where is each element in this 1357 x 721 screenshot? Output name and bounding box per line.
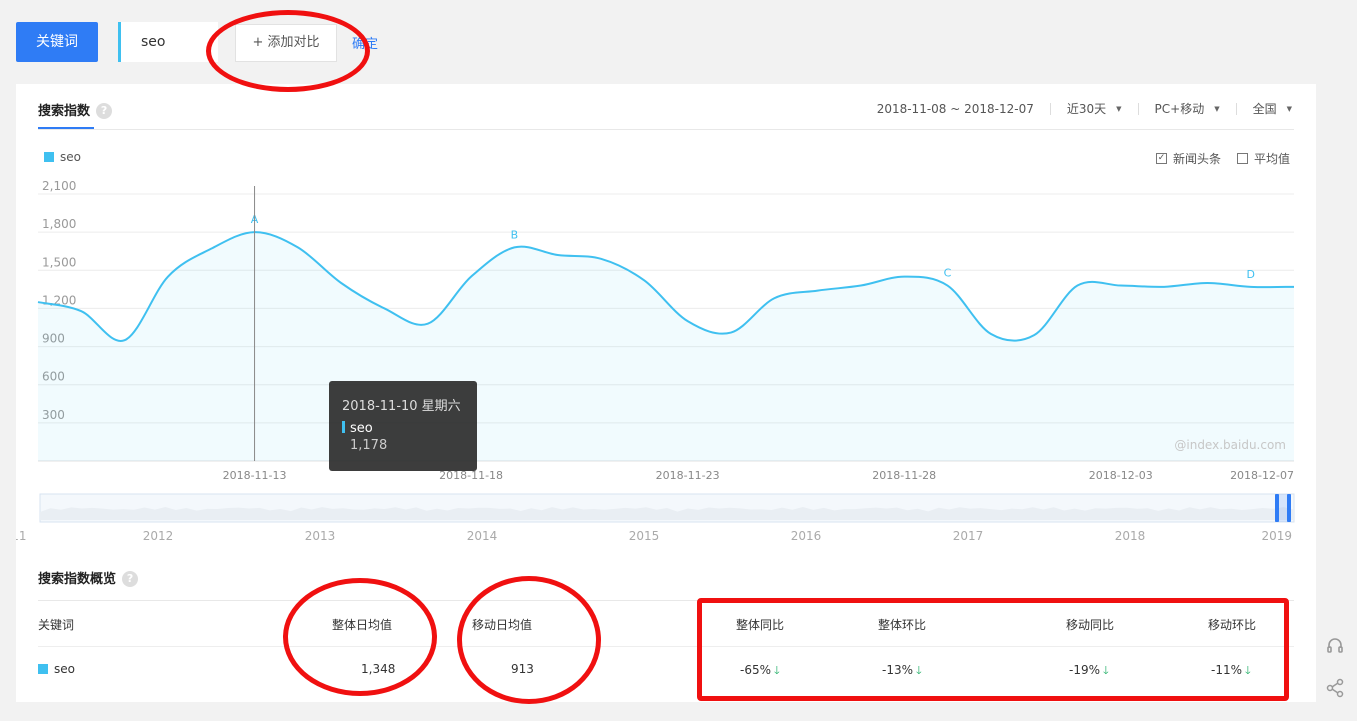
tab-search-index[interactable]: 搜索指数?: [38, 100, 113, 119]
range-year-label: 2016: [791, 529, 822, 543]
keyword-swatch: [38, 664, 48, 674]
annotation-label: C: [944, 267, 952, 280]
highlight-ring-mobile-avg: [457, 576, 601, 704]
legend-swatch: [44, 152, 54, 162]
tab-divider: [38, 129, 1294, 130]
x-tick-label: 2018-11-23: [656, 469, 720, 482]
caret-down-icon: ▼: [1286, 105, 1292, 113]
divider: [1235, 102, 1237, 115]
y-tick-label: 1,500: [42, 255, 76, 269]
watermark: @index.baidu.com: [1174, 438, 1286, 452]
x-tick-label: 2018-12-07: [1230, 469, 1294, 482]
keyword-input[interactable]: seo: [118, 22, 218, 62]
chart-options: ✓ 新闻头条 平均值: [1140, 150, 1290, 167]
highlight-box-comparisons: [697, 598, 1289, 701]
region-value: 全国: [1252, 102, 1277, 116]
range-year-label: 2012: [143, 529, 174, 543]
range-slider-handle: [1287, 494, 1291, 522]
highlight-ring-overall-avg: [283, 578, 437, 696]
help-icon[interactable]: ?: [122, 571, 139, 587]
range-year-label: 2014: [467, 529, 498, 543]
date-range[interactable]: 2018-11-08 ~ 2018-12-07: [877, 102, 1034, 116]
range-year-label: 2017: [953, 529, 984, 543]
caret-down-icon: ▼: [1116, 105, 1122, 113]
overview-title: 搜索指数概览?: [38, 568, 139, 587]
y-tick-label: 1,800: [42, 217, 76, 231]
x-tick-label: 2018-11-13: [223, 469, 287, 482]
tooltip-value: 1,178: [350, 438, 388, 453]
average-label: 平均值: [1253, 152, 1290, 166]
headset-icon[interactable]: [1322, 636, 1348, 662]
tooltip-swatch: [342, 421, 345, 433]
region-dropdown[interactable]: 全国 ▼: [1253, 100, 1292, 117]
device-value: PC+移动: [1154, 102, 1205, 116]
legend-label: seo: [60, 150, 81, 164]
range-slider-handle: [1275, 494, 1279, 522]
tooltip-series: seo: [342, 421, 477, 436]
news-checkbox[interactable]: ✓ 新闻头条: [1155, 150, 1221, 167]
tooltip-series-name: seo: [350, 421, 373, 436]
y-tick-label: 2,100: [42, 179, 76, 193]
row-keyword-label: seo: [54, 662, 75, 676]
range-slider-preview: [40, 507, 1294, 520]
period-value: 近30天: [1066, 102, 1107, 116]
header-keyword: 关键词: [38, 618, 75, 632]
tab-label: 搜索指数: [38, 104, 91, 119]
caret-down-icon: ▼: [1214, 105, 1220, 113]
filter-bar: 2018-11-08 ~ 2018-12-07 近30天 ▼ PC+移动 ▼ 全国 ▼: [877, 100, 1292, 117]
x-tick-label: 2018-12-03: [1089, 469, 1153, 482]
divider: [1049, 102, 1051, 115]
chart-tooltip: 2018-11-10 星期六 seo 1,178: [329, 381, 477, 471]
chart-legend[interactable]: seo: [44, 150, 81, 164]
annotation-label: D: [1246, 268, 1254, 281]
series-area: [38, 232, 1294, 461]
checkbox-checked-icon: ✓: [1155, 153, 1167, 164]
search-bar: 关键词 seo + 添加对比 确定: [0, 0, 1357, 84]
average-checkbox[interactable]: 平均值: [1236, 150, 1290, 167]
period-dropdown[interactable]: 近30天 ▼: [1067, 100, 1122, 117]
range-year-label: 2011: [16, 529, 27, 543]
highlight-ring-add-compare: [206, 10, 370, 92]
range-year-label: 2018: [1115, 529, 1146, 543]
news-label: 新闻头条: [1172, 152, 1221, 166]
help-icon[interactable]: ?: [96, 103, 113, 119]
tooltip-date: 2018-11-10 星期六: [342, 399, 461, 414]
overview-label: 搜索指数概览: [38, 572, 117, 587]
checkbox-empty-icon: [1236, 153, 1248, 164]
annotation-label: B: [511, 228, 519, 241]
range-year-label: 2015: [629, 529, 660, 543]
share-icon[interactable]: [1322, 678, 1348, 704]
device-dropdown[interactable]: PC+移动 ▼: [1155, 100, 1220, 117]
divider: [1137, 102, 1139, 115]
range-year-label: 2019: [1261, 529, 1292, 543]
row-keyword: seo: [38, 662, 75, 676]
range-year-label: 2013: [305, 529, 336, 543]
trend-chart[interactable]: 3006009001,2001,5001,8002,1002018-11-132…: [16, 178, 1316, 550]
keyword-button[interactable]: 关键词: [16, 22, 98, 62]
x-tick-label: 2018-11-28: [872, 469, 936, 482]
